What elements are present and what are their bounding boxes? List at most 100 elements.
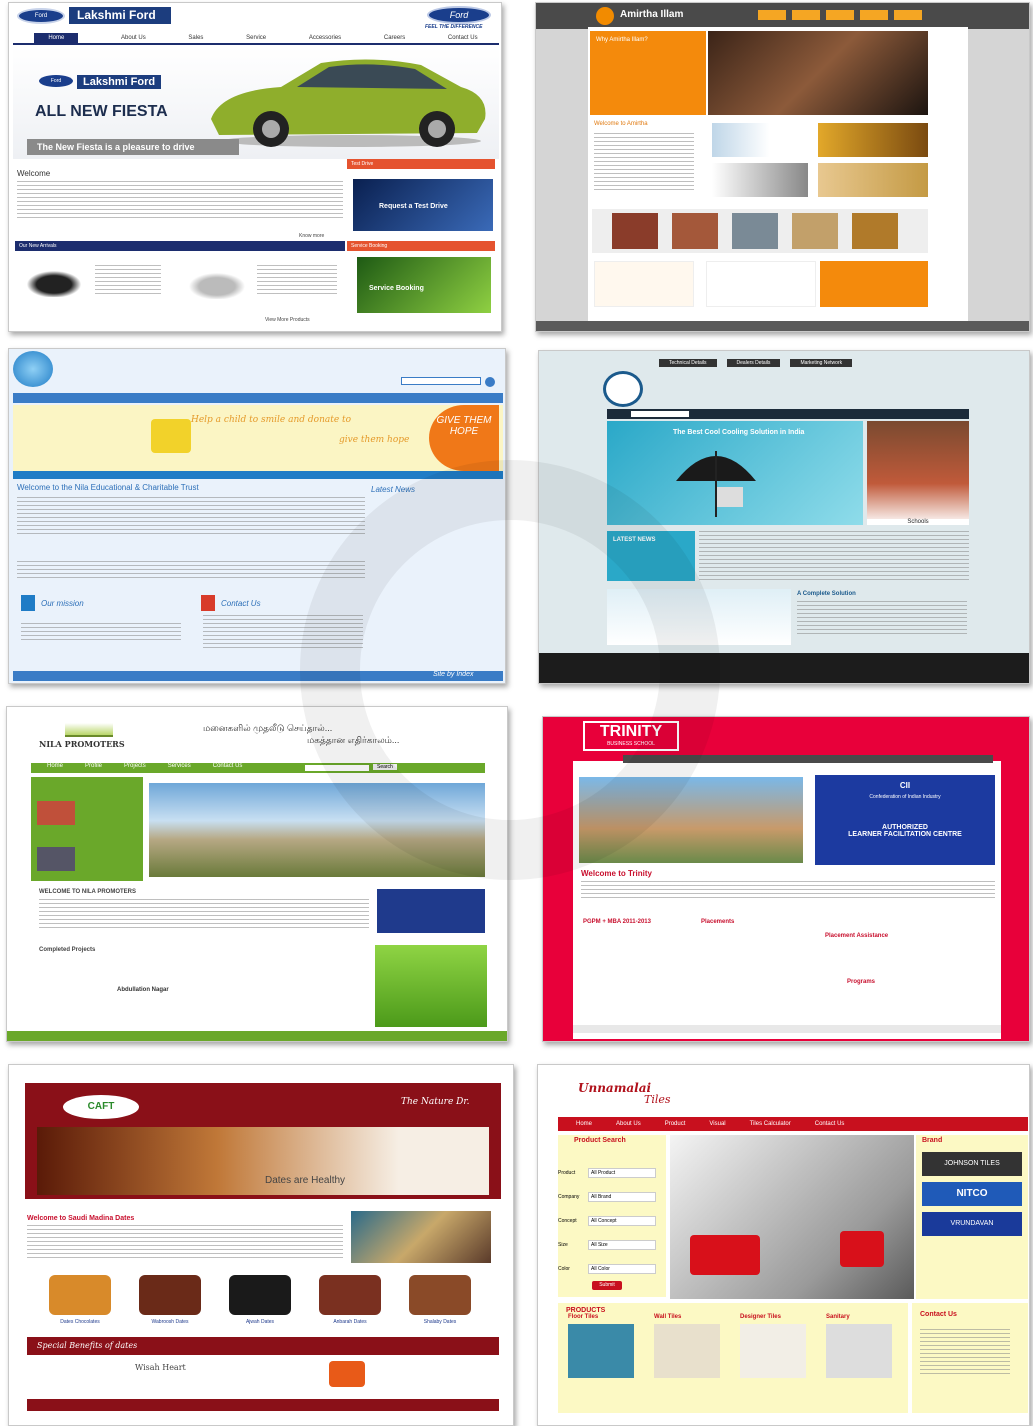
- nila-promoters-promo-box[interactable]: [375, 945, 487, 1027]
- dates-product-1[interactable]: Dates Chocolates: [49, 1275, 111, 1335]
- ford-nav-accessories[interactable]: Accessories: [309, 35, 341, 41]
- trinity-programs[interactable]: Programs: [847, 979, 875, 985]
- ford-nav-service[interactable]: Service: [246, 35, 266, 41]
- dates-product-2[interactable]: Wabroosh Dates: [139, 1275, 201, 1335]
- tiles-field-label: Product: [558, 1170, 576, 1176]
- tiles-nav-calculator[interactable]: Tiles Calculator: [744, 1121, 797, 1127]
- ford-service-booking-button[interactable]: Service Booking: [369, 285, 424, 292]
- amirtha-photo-2[interactable]: [818, 123, 928, 157]
- ford-nav-home[interactable]: Home: [34, 32, 79, 43]
- amirtha-photo-4[interactable]: [818, 163, 928, 197]
- tiles-concept-select[interactable]: All Concept: [588, 1216, 656, 1226]
- amirtha-gallery-thumb[interactable]: [732, 213, 778, 249]
- tiles-company-select[interactable]: All Brand: [588, 1192, 656, 1202]
- ford-view-more-products[interactable]: View More Products: [265, 317, 310, 323]
- tiles-brand-vrundavan[interactable]: VRUNDAVAN: [922, 1212, 1022, 1236]
- tiles-category-designer[interactable]: Designer Tiles: [740, 1314, 806, 1378]
- dates-site-thumbnail[interactable]: CAFT The Nature Dr. Dates are Healthy We…: [8, 1064, 514, 1426]
- nila-promoters-search-input[interactable]: [305, 765, 369, 771]
- nila-promoters-enquiry-box[interactable]: [377, 889, 485, 933]
- nila-trust-hope-badge[interactable]: GIVE THEM HOPE: [429, 405, 499, 471]
- amirtha-gallery-thumb[interactable]: [792, 213, 838, 249]
- amirtha-gallery-thumb[interactable]: [852, 213, 898, 249]
- ford-service-booking-image[interactable]: Service Booking: [357, 257, 491, 313]
- dates-product-4[interactable]: Anbarah Dates: [319, 1275, 381, 1335]
- cooling-site-thumbnail[interactable]: Technical Details Dealers Details Market…: [538, 350, 1030, 684]
- tiles-brand-nitco[interactable]: NITCO: [922, 1182, 1022, 1206]
- ford-arrival-car-1[interactable]: [23, 269, 85, 297]
- nila-promoters-project-name[interactable]: Abdullation Nagar: [117, 987, 169, 993]
- dates-slider-image[interactable]: [329, 1361, 365, 1387]
- cooling-tab-dealers[interactable]: Dealers Details: [726, 359, 781, 367]
- amirtha-nav-3[interactable]: [826, 10, 854, 20]
- tiles-category-wall[interactable]: Wall Tiles: [654, 1314, 720, 1378]
- trinity-welcome: Welcome to Trinity: [581, 869, 652, 878]
- nila-promoters-site-thumbnail[interactable]: NILA PROMOTERS மனைகளில் முதலீடு செய்தால்…: [6, 706, 508, 1042]
- amirtha-gallery-thumb[interactable]: [672, 213, 718, 249]
- dates-product-3[interactable]: Ajwah Dates: [229, 1275, 291, 1335]
- cooling-schools-photo[interactable]: Schools: [867, 421, 969, 525]
- tiles-nav-about[interactable]: About Us: [610, 1121, 647, 1127]
- tiles-nav-product[interactable]: Product: [659, 1121, 692, 1127]
- tiles-nav-home[interactable]: Home: [570, 1121, 598, 1127]
- tiles-category-sanitary[interactable]: Sanitary: [826, 1314, 892, 1378]
- ford-hero-banner: Ford Lakshmi Ford ALL NEW FIESTA The New…: [13, 47, 499, 159]
- cooling-search-input[interactable]: [631, 411, 689, 417]
- dates-wisdom: Wisah Heart: [135, 1363, 186, 1372]
- search-icon[interactable]: [485, 377, 495, 387]
- nila-promoters-nav-home[interactable]: Home: [41, 763, 69, 773]
- dates-welcome: Welcome to Saudi Madina Dates: [27, 1215, 135, 1222]
- ford-oval-logo: Ford: [427, 6, 491, 24]
- cooling-latest-news-heading: LATEST NEWS: [613, 537, 656, 543]
- nila-promoters-nav-projects[interactable]: Projects: [118, 763, 152, 773]
- tiles-brand-johnson[interactable]: JOHNSON TILES: [922, 1152, 1022, 1176]
- tiles-size-select[interactable]: All Size: [588, 1240, 656, 1250]
- ford-nav-sales[interactable]: Sales: [188, 35, 203, 41]
- amirtha-nav-1[interactable]: [758, 10, 786, 20]
- ford-test-drive-tab[interactable]: Test Drive: [347, 159, 495, 169]
- ford-nav-about[interactable]: About Us: [121, 35, 146, 41]
- nila-promoters-search-button[interactable]: Search: [373, 764, 397, 770]
- amirtha-gallery-thumb[interactable]: [612, 213, 658, 249]
- ford-arrival-car-2[interactable]: [185, 271, 249, 299]
- tiles-product-select[interactable]: All Product: [588, 1168, 656, 1178]
- tiles-brand: Unnamalai: [578, 1081, 652, 1095]
- trinity-learner: LEARNER FACILITATION CENTRE: [848, 831, 962, 838]
- nila-promoters-nav-profile[interactable]: Profile: [79, 763, 108, 773]
- tiles-site-thumbnail[interactable]: Unnamalai Tiles Home About Us Product Vi…: [537, 1064, 1030, 1426]
- tiles-color-select[interactable]: All Color: [588, 1264, 656, 1274]
- nila-trust-search-input[interactable]: [401, 377, 481, 385]
- nila-trust-site-thumbnail[interactable]: Help a child to smile and donate to give…: [8, 348, 506, 684]
- nila-promoters-nav-contact[interactable]: Contact Us: [207, 763, 249, 773]
- ford-site-thumbnail[interactable]: Ford Lakshmi Ford Ford FEEL THE DIFFEREN…: [8, 2, 502, 332]
- amirtha-nav-5[interactable]: [894, 10, 922, 20]
- cooling-worker-photo: [607, 589, 791, 645]
- cooling-tab-technical[interactable]: Technical Details: [659, 359, 717, 367]
- tiles-nav-visual[interactable]: Visual: [703, 1121, 731, 1127]
- ford-know-more-link[interactable]: Know more: [299, 233, 324, 239]
- amirtha-photo-3[interactable]: [712, 163, 808, 197]
- ford-request-test-drive-button[interactable]: Request a Test Drive: [379, 203, 448, 210]
- tiles-submit-button[interactable]: Submit: [592, 1281, 622, 1290]
- amirtha-nav-4[interactable]: [860, 10, 888, 20]
- dates-product-5[interactable]: Shalaby Dates: [409, 1275, 471, 1335]
- contact-icon: [201, 595, 215, 611]
- nila-promoters-side-thumb-2[interactable]: [37, 847, 75, 871]
- trinity-placement-assistance[interactable]: Placement Assistance: [825, 933, 888, 939]
- amirtha-nav-2[interactable]: [792, 10, 820, 20]
- amirtha-site-thumbnail[interactable]: Amirtha Illam Why Amirtha Illam? Welcome…: [535, 2, 1030, 332]
- nila-promoters-nav-services[interactable]: Services: [162, 763, 197, 773]
- tiles-nav-contact[interactable]: Contact Us: [809, 1121, 851, 1127]
- trinity-site-thumbnail[interactable]: TRINITY BUSINESS SCHOOL CII Confederatio…: [542, 716, 1030, 1042]
- ford-nav-careers[interactable]: Careers: [384, 35, 405, 41]
- ford-nav-contact[interactable]: Contact Us: [448, 35, 478, 41]
- cooling-tab-marketing[interactable]: Marketing Network: [790, 359, 853, 367]
- ford-service-booking-tab[interactable]: Service Booking: [347, 241, 495, 251]
- tiles-brand-2: Tiles: [644, 1093, 671, 1106]
- ford-test-drive-image[interactable]: Request a Test Drive: [353, 179, 493, 231]
- nila-promoters-side-thumb-1[interactable]: [37, 801, 75, 825]
- ford-nav-bar: Home About Us Sales Service Accessories …: [13, 32, 499, 45]
- nila-trust-hope-1: GIVE THEM: [436, 415, 492, 426]
- tiles-category-floor[interactable]: Floor Tiles: [568, 1314, 634, 1378]
- amirtha-photo-1[interactable]: [712, 123, 808, 157]
